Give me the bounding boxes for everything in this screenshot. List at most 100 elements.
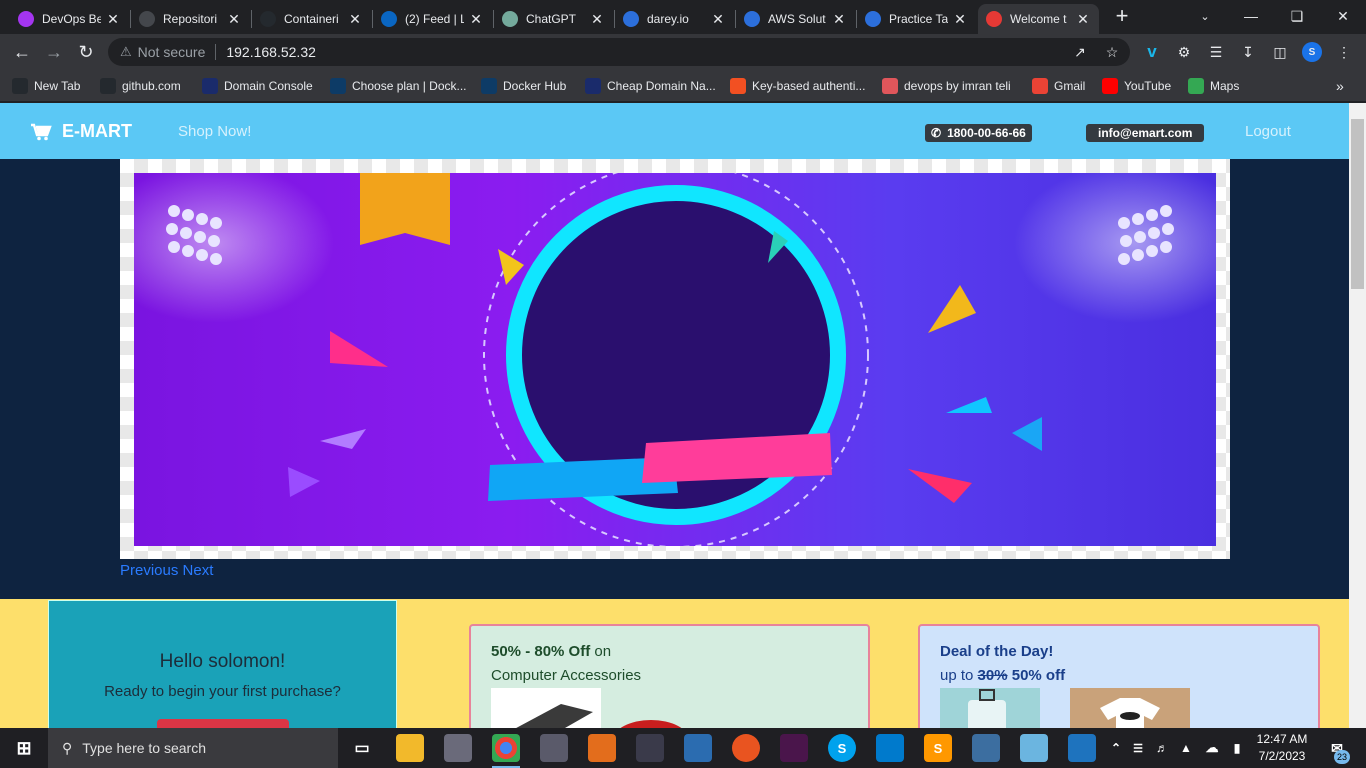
bookmark-item[interactable]: Key-based authenti... <box>730 76 865 96</box>
bookmark-label: Choose plan | Dock... <box>352 79 467 93</box>
app-icon[interactable] <box>540 734 568 762</box>
accessories-deal-card[interactable]: 50% - 80% Off on Computer Accessories <box>469 624 870 728</box>
phone-badge: ✆ 1800-00-66-66 <box>925 124 1032 142</box>
new-tab-button[interactable]: + <box>1099 0 1145 32</box>
media-player-icon[interactable] <box>588 734 616 762</box>
logout-link[interactable]: Logout <box>1245 123 1291 140</box>
tab-close-icon[interactable]: ✕ <box>347 11 363 28</box>
snipping-tool-icon[interactable] <box>636 734 664 762</box>
app-icon[interactable] <box>684 734 712 762</box>
back-icon[interactable]: ← <box>8 38 36 66</box>
bookmark-item[interactable]: New Tab <box>12 76 80 96</box>
bookmark-item[interactable]: YouTube <box>1102 76 1171 96</box>
browser-tab[interactable]: Repositori ✕ <box>131 4 250 34</box>
slack-icon[interactable] <box>780 734 808 762</box>
menu-icon[interactable]: ⋮ <box>1334 42 1354 62</box>
share-icon[interactable]: ↗ <box>1070 42 1090 62</box>
battery-icon[interactable]: ▮ <box>1226 734 1248 762</box>
bookmark-item[interactable]: Choose plan | Dock... <box>330 76 467 96</box>
page-scrollbar[interactable] <box>1349 103 1366 728</box>
deal-new-percent: 50% off <box>1007 667 1066 684</box>
clock-date: 7/2/2023 <box>1258 749 1306 763</box>
tab-close-icon[interactable]: ✕ <box>952 11 968 28</box>
deal-of-day-card[interactable]: Deal of the Day! up to 30% 50% off <box>918 624 1320 728</box>
system-clock[interactable]: 12:47 AM 7/2/2023 <box>1252 731 1312 765</box>
bookmark-label: New Tab <box>34 79 81 93</box>
bookmark-label: Docker Hub <box>503 79 567 93</box>
carousel-next-link[interactable]: Next <box>183 562 214 579</box>
browser-tab[interactable]: darey.io ✕ <box>615 4 734 34</box>
bookmark-item[interactable]: github.com <box>100 76 181 96</box>
extensions-icon[interactable]: ⚙ <box>1174 42 1194 62</box>
chrome-icon[interactable] <box>492 734 520 762</box>
address-divider <box>215 44 217 60</box>
reload-icon[interactable]: ↻ <box>72 38 100 66</box>
tab-search-icon[interactable]: ⌄ <box>1182 0 1228 32</box>
start-shopping-button[interactable] <box>157 719 289 728</box>
restore-button[interactable]: ❏ <box>1274 0 1320 32</box>
bookmark-item[interactable]: devops by imran teli <box>882 76 1011 96</box>
app-icon[interactable] <box>1020 734 1048 762</box>
browser-tab[interactable]: DevOps Be ✕ <box>10 4 129 34</box>
network-icon[interactable]: ☰ <box>1128 734 1148 762</box>
bookmark-label: YouTube <box>1124 79 1172 93</box>
bookmark-item[interactable]: Maps <box>1188 76 1239 96</box>
welcome-card: Hello solomon! Ready to begin your first… <box>48 600 397 728</box>
scrollbar-thumb[interactable] <box>1351 119 1364 289</box>
volume-icon[interactable]: ♬ <box>1152 734 1172 762</box>
discount-text: 50% - 80% Off <box>491 643 591 660</box>
tab-close-icon[interactable]: ✕ <box>468 11 484 28</box>
tab-close-icon[interactable]: ✕ <box>831 11 847 28</box>
docker-icon <box>330 78 346 94</box>
ubuntu-icon[interactable] <box>732 734 760 762</box>
tab-close-icon[interactable]: ✕ <box>1075 11 1091 28</box>
profile-avatar[interactable]: S <box>1302 42 1322 62</box>
browser-tab[interactable]: AWS Solut ✕ <box>736 4 855 34</box>
bookmark-item[interactable]: Gmail <box>1032 76 1085 96</box>
cart-icon <box>986 11 1002 27</box>
tab-separator <box>856 10 857 28</box>
app-icon[interactable] <box>444 734 472 762</box>
windows-start-icon[interactable]: ⊞ <box>10 734 38 762</box>
skype-icon[interactable]: S <box>828 734 856 762</box>
brand-link[interactable]: E-MART <box>30 121 132 142</box>
file-explorer-icon[interactable] <box>396 734 424 762</box>
tray-chevron-icon[interactable]: ⌃ <box>1108 734 1124 762</box>
wifi-icon[interactable]: ▲ <box>1176 734 1196 762</box>
weather-icon[interactable]: ☁ <box>1200 734 1224 762</box>
forward-icon[interactable]: → <box>40 38 68 66</box>
browser-tab[interactable]: ChatGPT ✕ <box>494 4 613 34</box>
browser-tab[interactable]: (2) Feed | L ✕ <box>373 4 492 34</box>
task-view-icon[interactable]: ▭ <box>348 734 376 762</box>
virtualbox-icon[interactable] <box>972 734 1000 762</box>
address-bar[interactable]: ⚠ Not secure 192.168.52.32 <box>108 38 1130 66</box>
tab-close-icon[interactable]: ✕ <box>105 11 121 28</box>
suitcase-image <box>940 688 1040 728</box>
bookmark-item[interactable]: Domain Console <box>202 76 313 96</box>
side-panel-icon[interactable]: ◫ <box>1270 42 1290 62</box>
browser-tab[interactable]: Welcome t ✕ <box>978 4 1099 34</box>
phone-number: 1800-00-66-66 <box>947 126 1026 140</box>
hero-banner-image <box>134 173 1216 546</box>
minimize-button[interactable]: — <box>1228 0 1274 32</box>
tab-close-icon[interactable]: ✕ <box>710 11 726 28</box>
shop-now-link[interactable]: Shop Now! <box>178 123 251 140</box>
tab-close-icon[interactable]: ✕ <box>226 11 242 28</box>
vscode-icon[interactable] <box>876 734 904 762</box>
close-window-button[interactable]: ✕ <box>1320 0 1366 32</box>
bookmarks-overflow-icon[interactable]: » <box>1336 76 1344 96</box>
vimeo-extension-icon[interactable]: v <box>1142 42 1162 62</box>
tab-close-icon[interactable]: ✕ <box>589 11 605 28</box>
tab-separator <box>735 10 736 28</box>
media-control-icon[interactable]: ☰ <box>1206 42 1226 62</box>
photos-icon[interactable] <box>1068 734 1096 762</box>
bookmark-item[interactable]: Cheap Domain Na... <box>585 76 716 96</box>
sublime-icon[interactable]: S <box>924 734 952 762</box>
browser-tab[interactable]: Containeri ✕ <box>252 4 371 34</box>
taskbar-search[interactable]: ⚲ Type here to search <box>48 728 338 768</box>
browser-tab[interactable]: Practice Ta ✕ <box>857 4 976 34</box>
carousel-prev-link[interactable]: Previous <box>120 562 178 579</box>
bookmark-star-icon[interactable]: ☆ <box>1102 42 1122 62</box>
bookmark-item[interactable]: Docker Hub <box>481 76 566 96</box>
downloads-icon[interactable]: ↧ <box>1238 42 1258 62</box>
